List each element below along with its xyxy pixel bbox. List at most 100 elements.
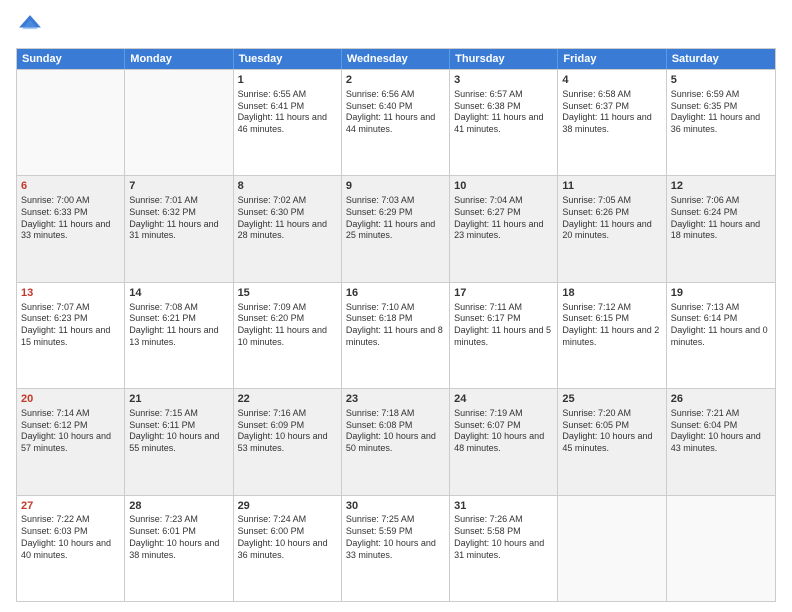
cal-cell: 31Sunrise: 7:26 AM Sunset: 5:58 PM Dayli… (450, 496, 558, 601)
logo-icon (16, 12, 44, 40)
day-number: 27 (21, 499, 120, 514)
day-number: 2 (346, 73, 445, 88)
cal-cell: 11Sunrise: 7:05 AM Sunset: 6:26 PM Dayli… (558, 176, 666, 281)
header-day-friday: Friday (558, 49, 666, 69)
header (16, 12, 776, 40)
calendar: SundayMondayTuesdayWednesdayThursdayFrid… (16, 48, 776, 602)
day-number: 28 (129, 499, 228, 514)
cal-cell: 23Sunrise: 7:18 AM Sunset: 6:08 PM Dayli… (342, 389, 450, 494)
week-row-2: 6Sunrise: 7:00 AM Sunset: 6:33 PM Daylig… (17, 175, 775, 281)
day-number: 4 (562, 73, 661, 88)
day-number: 10 (454, 179, 553, 194)
cal-cell: 4Sunrise: 6:58 AM Sunset: 6:37 PM Daylig… (558, 70, 666, 175)
day-detail: Sunrise: 7:06 AM Sunset: 6:24 PM Dayligh… (671, 195, 771, 242)
cal-cell: 24Sunrise: 7:19 AM Sunset: 6:07 PM Dayli… (450, 389, 558, 494)
cal-cell (17, 70, 125, 175)
cal-cell: 15Sunrise: 7:09 AM Sunset: 6:20 PM Dayli… (234, 283, 342, 388)
day-detail: Sunrise: 7:02 AM Sunset: 6:30 PM Dayligh… (238, 195, 337, 242)
cal-cell: 1Sunrise: 6:55 AM Sunset: 6:41 PM Daylig… (234, 70, 342, 175)
day-detail: Sunrise: 7:26 AM Sunset: 5:58 PM Dayligh… (454, 514, 553, 561)
cal-cell: 29Sunrise: 7:24 AM Sunset: 6:00 PM Dayli… (234, 496, 342, 601)
cal-cell (667, 496, 775, 601)
cal-cell: 6Sunrise: 7:00 AM Sunset: 6:33 PM Daylig… (17, 176, 125, 281)
day-number: 1 (238, 73, 337, 88)
day-detail: Sunrise: 7:05 AM Sunset: 6:26 PM Dayligh… (562, 195, 661, 242)
cal-cell: 18Sunrise: 7:12 AM Sunset: 6:15 PM Dayli… (558, 283, 666, 388)
day-detail: Sunrise: 7:14 AM Sunset: 6:12 PM Dayligh… (21, 408, 120, 455)
day-detail: Sunrise: 6:56 AM Sunset: 6:40 PM Dayligh… (346, 89, 445, 136)
cal-cell: 26Sunrise: 7:21 AM Sunset: 6:04 PM Dayli… (667, 389, 775, 494)
cal-cell: 27Sunrise: 7:22 AM Sunset: 6:03 PM Dayli… (17, 496, 125, 601)
cal-cell: 9Sunrise: 7:03 AM Sunset: 6:29 PM Daylig… (342, 176, 450, 281)
day-number: 15 (238, 286, 337, 301)
page: SundayMondayTuesdayWednesdayThursdayFrid… (0, 0, 792, 612)
day-detail: Sunrise: 7:08 AM Sunset: 6:21 PM Dayligh… (129, 302, 228, 349)
cal-cell: 16Sunrise: 7:10 AM Sunset: 6:18 PM Dayli… (342, 283, 450, 388)
day-number: 8 (238, 179, 337, 194)
cal-cell: 19Sunrise: 7:13 AM Sunset: 6:14 PM Dayli… (667, 283, 775, 388)
day-detail: Sunrise: 7:24 AM Sunset: 6:00 PM Dayligh… (238, 514, 337, 561)
cal-cell: 5Sunrise: 6:59 AM Sunset: 6:35 PM Daylig… (667, 70, 775, 175)
day-number: 6 (21, 179, 120, 194)
week-row-1: 1Sunrise: 6:55 AM Sunset: 6:41 PM Daylig… (17, 69, 775, 175)
day-number: 24 (454, 392, 553, 407)
header-day-thursday: Thursday (450, 49, 558, 69)
day-detail: Sunrise: 7:15 AM Sunset: 6:11 PM Dayligh… (129, 408, 228, 455)
day-detail: Sunrise: 7:13 AM Sunset: 6:14 PM Dayligh… (671, 302, 771, 349)
day-detail: Sunrise: 6:58 AM Sunset: 6:37 PM Dayligh… (562, 89, 661, 136)
calendar-header: SundayMondayTuesdayWednesdayThursdayFrid… (17, 49, 775, 69)
cal-cell: 7Sunrise: 7:01 AM Sunset: 6:32 PM Daylig… (125, 176, 233, 281)
cal-cell: 13Sunrise: 7:07 AM Sunset: 6:23 PM Dayli… (17, 283, 125, 388)
cal-cell: 22Sunrise: 7:16 AM Sunset: 6:09 PM Dayli… (234, 389, 342, 494)
cal-cell (558, 496, 666, 601)
week-row-5: 27Sunrise: 7:22 AM Sunset: 6:03 PM Dayli… (17, 495, 775, 601)
day-number: 11 (562, 179, 661, 194)
week-row-3: 13Sunrise: 7:07 AM Sunset: 6:23 PM Dayli… (17, 282, 775, 388)
day-number: 20 (21, 392, 120, 407)
cal-cell: 20Sunrise: 7:14 AM Sunset: 6:12 PM Dayli… (17, 389, 125, 494)
day-detail: Sunrise: 7:10 AM Sunset: 6:18 PM Dayligh… (346, 302, 445, 349)
day-detail: Sunrise: 7:16 AM Sunset: 6:09 PM Dayligh… (238, 408, 337, 455)
cal-cell: 30Sunrise: 7:25 AM Sunset: 5:59 PM Dayli… (342, 496, 450, 601)
day-detail: Sunrise: 7:18 AM Sunset: 6:08 PM Dayligh… (346, 408, 445, 455)
week-row-4: 20Sunrise: 7:14 AM Sunset: 6:12 PM Dayli… (17, 388, 775, 494)
calendar-body: 1Sunrise: 6:55 AM Sunset: 6:41 PM Daylig… (17, 69, 775, 601)
day-number: 29 (238, 499, 337, 514)
day-number: 23 (346, 392, 445, 407)
cal-cell: 21Sunrise: 7:15 AM Sunset: 6:11 PM Dayli… (125, 389, 233, 494)
cal-cell (125, 70, 233, 175)
day-detail: Sunrise: 7:07 AM Sunset: 6:23 PM Dayligh… (21, 302, 120, 349)
cal-cell: 12Sunrise: 7:06 AM Sunset: 6:24 PM Dayli… (667, 176, 775, 281)
day-number: 30 (346, 499, 445, 514)
day-detail: Sunrise: 7:12 AM Sunset: 6:15 PM Dayligh… (562, 302, 661, 349)
day-number: 3 (454, 73, 553, 88)
day-number: 18 (562, 286, 661, 301)
header-day-monday: Monday (125, 49, 233, 69)
logo (16, 12, 48, 40)
cal-cell: 2Sunrise: 6:56 AM Sunset: 6:40 PM Daylig… (342, 70, 450, 175)
day-detail: Sunrise: 7:11 AM Sunset: 6:17 PM Dayligh… (454, 302, 553, 349)
day-detail: Sunrise: 7:03 AM Sunset: 6:29 PM Dayligh… (346, 195, 445, 242)
day-number: 5 (671, 73, 771, 88)
day-detail: Sunrise: 7:20 AM Sunset: 6:05 PM Dayligh… (562, 408, 661, 455)
day-number: 22 (238, 392, 337, 407)
header-day-wednesday: Wednesday (342, 49, 450, 69)
day-number: 13 (21, 286, 120, 301)
cal-cell: 14Sunrise: 7:08 AM Sunset: 6:21 PM Dayli… (125, 283, 233, 388)
cal-cell: 10Sunrise: 7:04 AM Sunset: 6:27 PM Dayli… (450, 176, 558, 281)
day-detail: Sunrise: 7:09 AM Sunset: 6:20 PM Dayligh… (238, 302, 337, 349)
day-number: 26 (671, 392, 771, 407)
day-detail: Sunrise: 6:55 AM Sunset: 6:41 PM Dayligh… (238, 89, 337, 136)
day-detail: Sunrise: 7:00 AM Sunset: 6:33 PM Dayligh… (21, 195, 120, 242)
day-detail: Sunrise: 7:04 AM Sunset: 6:27 PM Dayligh… (454, 195, 553, 242)
day-number: 16 (346, 286, 445, 301)
day-number: 9 (346, 179, 445, 194)
day-detail: Sunrise: 7:19 AM Sunset: 6:07 PM Dayligh… (454, 408, 553, 455)
day-detail: Sunrise: 6:57 AM Sunset: 6:38 PM Dayligh… (454, 89, 553, 136)
cal-cell: 8Sunrise: 7:02 AM Sunset: 6:30 PM Daylig… (234, 176, 342, 281)
header-day-saturday: Saturday (667, 49, 775, 69)
day-number: 14 (129, 286, 228, 301)
day-number: 31 (454, 499, 553, 514)
header-day-tuesday: Tuesday (234, 49, 342, 69)
day-detail: Sunrise: 7:21 AM Sunset: 6:04 PM Dayligh… (671, 408, 771, 455)
